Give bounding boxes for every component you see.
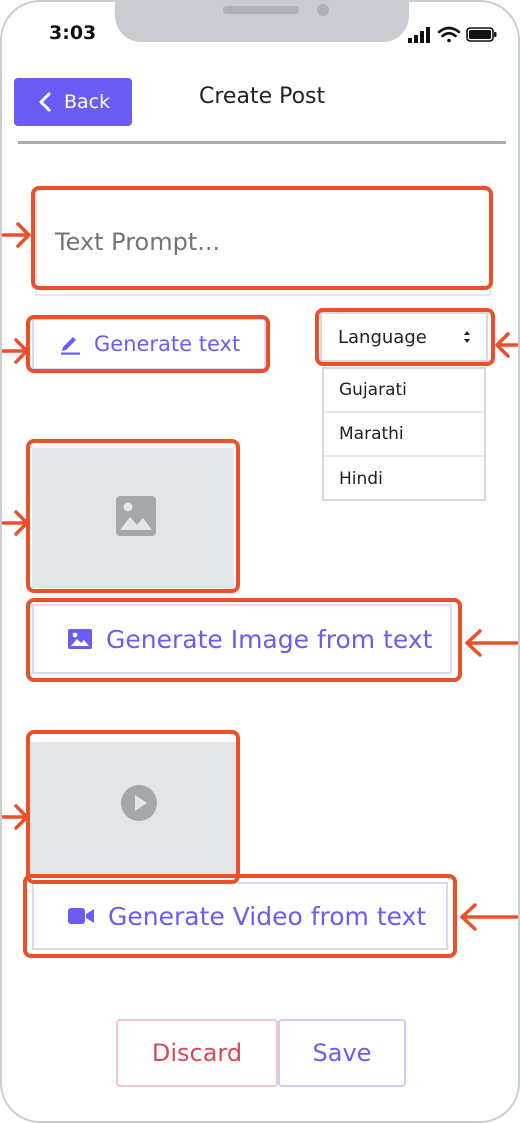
annotation-box-generate-text — [26, 315, 270, 373]
annotation-arrow-left-icon — [495, 332, 518, 358]
speaker-grille — [223, 6, 299, 14]
front-camera — [317, 4, 329, 16]
wifi-icon — [437, 26, 461, 43]
chevron-left-icon — [39, 92, 51, 112]
discard-button[interactable]: Discard — [116, 1019, 278, 1087]
language-options-list: Gujarati Marathi Hindi — [322, 367, 486, 501]
annotation-arrow-left-icon — [460, 903, 518, 931]
annotation-box-image-preview — [26, 439, 240, 593]
phone-frame: 3:03 Back Create Post Text Prompt... Gen… — [0, 0, 520, 1123]
header-divider — [18, 141, 506, 144]
save-button[interactable]: Save — [278, 1019, 406, 1087]
language-option-hindi[interactable]: Hindi — [324, 457, 484, 501]
annotation-box-generate-video — [23, 874, 457, 958]
back-button[interactable]: Back — [14, 78, 132, 126]
annotation-arrow-right-icon — [2, 510, 29, 536]
status-icons — [408, 26, 497, 43]
annotation-arrow-right-icon — [2, 804, 29, 830]
language-option-gujarati[interactable]: Gujarati — [324, 369, 484, 413]
annotation-arrow-right-icon — [2, 222, 31, 248]
status-time: 3:03 — [49, 22, 97, 44]
annotation-box-language — [315, 308, 495, 366]
language-option-marathi[interactable]: Marathi — [324, 413, 484, 457]
annotation-box-generate-image — [26, 598, 462, 682]
battery-icon — [466, 27, 497, 42]
page-title: Create Post — [199, 84, 326, 109]
annotation-arrow-right-icon — [2, 338, 29, 364]
back-button-label: Back — [64, 91, 111, 113]
annotation-box-video-preview — [26, 730, 240, 884]
device-notch — [115, 2, 409, 42]
signal-icon — [408, 27, 430, 43]
annotation-arrow-left-icon — [465, 629, 518, 657]
annotation-box-prompt — [31, 186, 493, 290]
